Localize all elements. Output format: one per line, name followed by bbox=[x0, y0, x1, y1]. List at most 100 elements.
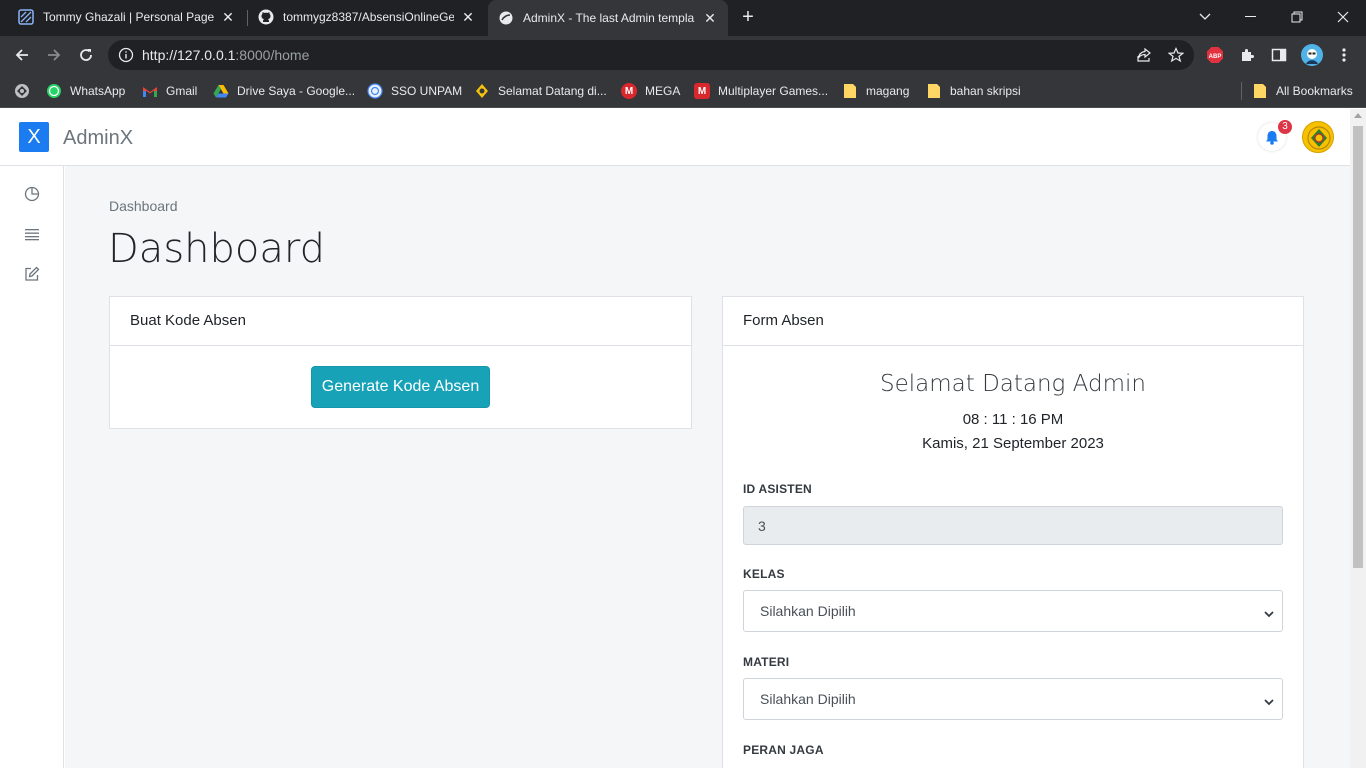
tab-close-icon[interactable]: ✕ bbox=[702, 10, 718, 26]
github-icon bbox=[258, 9, 274, 25]
chevron-down-icon bbox=[1264, 606, 1274, 618]
close-window-icon[interactable] bbox=[1320, 0, 1366, 34]
card-header: Form Absen bbox=[723, 297, 1303, 346]
mega-icon: M bbox=[621, 83, 637, 99]
materi-select[interactable]: Silahkan Dipilih bbox=[743, 678, 1283, 720]
bookmark-divider bbox=[1241, 82, 1242, 100]
form-absen-card: Form Absen Selamat Datang Admin 08 : 11 … bbox=[722, 296, 1304, 768]
web-page: X AdminX 3 Dashboard Dashboard Buat Kode… bbox=[0, 109, 1350, 768]
scrollbar-thumb[interactable] bbox=[1353, 126, 1363, 568]
bookmark-label: Selamat Datang di... bbox=[498, 84, 607, 98]
clock-date: Kamis, 21 September 2023 bbox=[922, 435, 1104, 452]
bookmark-label: SSO UNPAM bbox=[391, 84, 463, 98]
site-logo-icon bbox=[18, 9, 34, 25]
bookmark-label: magang bbox=[866, 84, 910, 98]
tab-close-icon[interactable]: ✕ bbox=[220, 9, 236, 25]
bookmark-star-icon[interactable] bbox=[1167, 47, 1185, 63]
list-menu-icon[interactable] bbox=[23, 225, 41, 243]
bookmark-whatsapp[interactable]: WhatsApp bbox=[46, 82, 125, 100]
kode-absen-card: Buat Kode Absen Generate Kode Absen bbox=[109, 296, 692, 429]
bookmark-bahan-skripsi[interactable]: bahan skripsi bbox=[926, 82, 1021, 100]
new-tab-icon[interactable]: + bbox=[736, 6, 760, 30]
id-asisten-field[interactable]: 3 bbox=[743, 506, 1283, 545]
bookmark-multiplayer[interactable]: M Multiplayer Games... bbox=[694, 82, 828, 100]
sso-icon bbox=[367, 83, 383, 99]
apps-icon[interactable] bbox=[14, 82, 30, 100]
bookmark-drive[interactable]: Drive Saya - Google... bbox=[213, 82, 355, 100]
adblock-icon[interactable]: ABP bbox=[1205, 45, 1225, 65]
bookmark-label: Gmail bbox=[166, 84, 198, 98]
games-icon: M bbox=[694, 83, 710, 99]
clock-time: 08 : 11 : 16 PM bbox=[962, 411, 1064, 428]
main-content: Dashboard Dashboard Buat Kode Absen Gene… bbox=[65, 166, 1350, 768]
tab-title: tommygz8387/AbsensiOnlineGe bbox=[283, 10, 454, 24]
dashboard-pie-icon[interactable] bbox=[23, 185, 41, 203]
gmail-icon bbox=[142, 83, 158, 99]
address-bar[interactable]: http://127.0.0.1:8000/home bbox=[108, 40, 1194, 70]
bookmark-label: WhatsApp bbox=[70, 84, 126, 98]
drive-icon bbox=[213, 83, 229, 99]
menu-kebab-icon[interactable] bbox=[1334, 45, 1354, 65]
bookmark-sso[interactable]: SSO UNPAM bbox=[367, 82, 462, 100]
site-icon bbox=[474, 83, 490, 99]
notification-count-badge: 3 bbox=[1278, 120, 1292, 134]
forward-icon[interactable] bbox=[40, 41, 68, 69]
welcome-heading: Selamat Datang Admin bbox=[880, 371, 1146, 397]
brand-logo[interactable]: X bbox=[19, 122, 49, 152]
id-asisten-label: ID ASISTEN bbox=[743, 482, 812, 496]
kelas-selected-value: Silahkan Dipilih bbox=[760, 603, 856, 619]
materi-selected-value: Silahkan Dipilih bbox=[760, 691, 856, 707]
bookmarks-bar: WhatsApp Gmail Drive Saya - Google... SS… bbox=[0, 74, 1366, 108]
peran-jaga-label: PERAN JAGA bbox=[743, 743, 824, 757]
tab-close-icon[interactable]: ✕ bbox=[460, 9, 476, 25]
browser-tab-strip: Tommy Ghazali | Personal Pages ✕ tommygz… bbox=[0, 0, 1366, 36]
kelas-label: KELAS bbox=[743, 567, 785, 581]
bookmark-label: Multiplayer Games... bbox=[718, 84, 829, 98]
browser-tab-adminx[interactable]: AdminX - The last Admin templa ✕ bbox=[488, 0, 728, 36]
browser-tab-personal[interactable]: Tommy Ghazali | Personal Pages ✕ bbox=[8, 0, 246, 34]
folder-icon bbox=[842, 83, 858, 99]
reload-icon[interactable] bbox=[72, 41, 100, 69]
folder-icon bbox=[926, 83, 942, 99]
kelas-select[interactable]: Silahkan Dipilih bbox=[743, 590, 1283, 632]
bookmark-label: MEGA bbox=[645, 84, 681, 98]
bookmark-label: Drive Saya - Google... bbox=[237, 84, 356, 98]
bookmark-label: All Bookmarks bbox=[1276, 84, 1353, 98]
share-icon[interactable] bbox=[1136, 47, 1152, 63]
materi-label: MATERI bbox=[743, 655, 790, 669]
card-header: Buat Kode Absen bbox=[110, 297, 691, 346]
bookmark-mega[interactable]: M MEGA bbox=[621, 82, 680, 100]
url-host: http://127.0.0.1 bbox=[142, 47, 236, 63]
profile-avatar[interactable] bbox=[1301, 44, 1323, 66]
app-sidebar bbox=[0, 166, 64, 768]
tab-search-icon[interactable] bbox=[1182, 0, 1228, 34]
bookmark-all[interactable]: All Bookmarks bbox=[1252, 82, 1353, 100]
url-text: http://127.0.0.1:8000/home bbox=[142, 47, 309, 63]
url-path: :8000/home bbox=[235, 47, 310, 63]
site-info-icon[interactable] bbox=[118, 47, 134, 63]
bookmark-magang[interactable]: magang bbox=[842, 82, 909, 100]
tab-title: Tommy Ghazali | Personal Pages bbox=[43, 10, 214, 24]
page-scrollbar[interactable] bbox=[1350, 109, 1366, 768]
user-avatar[interactable] bbox=[1302, 121, 1334, 153]
bookmark-selamat-datang[interactable]: Selamat Datang di... bbox=[474, 82, 607, 100]
bookmark-gmail[interactable]: Gmail bbox=[142, 82, 197, 100]
globe-icon bbox=[498, 10, 514, 26]
restore-icon[interactable] bbox=[1274, 0, 1320, 34]
brand-name[interactable]: AdminX bbox=[63, 127, 133, 150]
bookmark-label: bahan skripsi bbox=[950, 84, 1021, 98]
minimize-icon[interactable] bbox=[1228, 0, 1274, 34]
app-top-navbar: X AdminX 3 bbox=[0, 109, 1350, 166]
extensions-icon[interactable] bbox=[1237, 45, 1257, 65]
side-panel-icon[interactable] bbox=[1269, 45, 1289, 65]
whatsapp-icon bbox=[46, 83, 62, 99]
edit-form-icon[interactable] bbox=[23, 265, 41, 283]
page-title: Dashboard bbox=[108, 226, 326, 272]
browser-toolbar: http://127.0.0.1:8000/home ABP bbox=[0, 36, 1366, 74]
breadcrumb[interactable]: Dashboard bbox=[109, 198, 178, 214]
scroll-up-arrow-icon[interactable] bbox=[1354, 113, 1362, 118]
generate-kode-button[interactable]: Generate Kode Absen bbox=[311, 366, 490, 408]
folder-icon bbox=[1252, 83, 1268, 99]
browser-tab-github[interactable]: tommygz8387/AbsensiOnlineGe ✕ bbox=[248, 0, 486, 34]
back-icon[interactable] bbox=[8, 41, 36, 69]
